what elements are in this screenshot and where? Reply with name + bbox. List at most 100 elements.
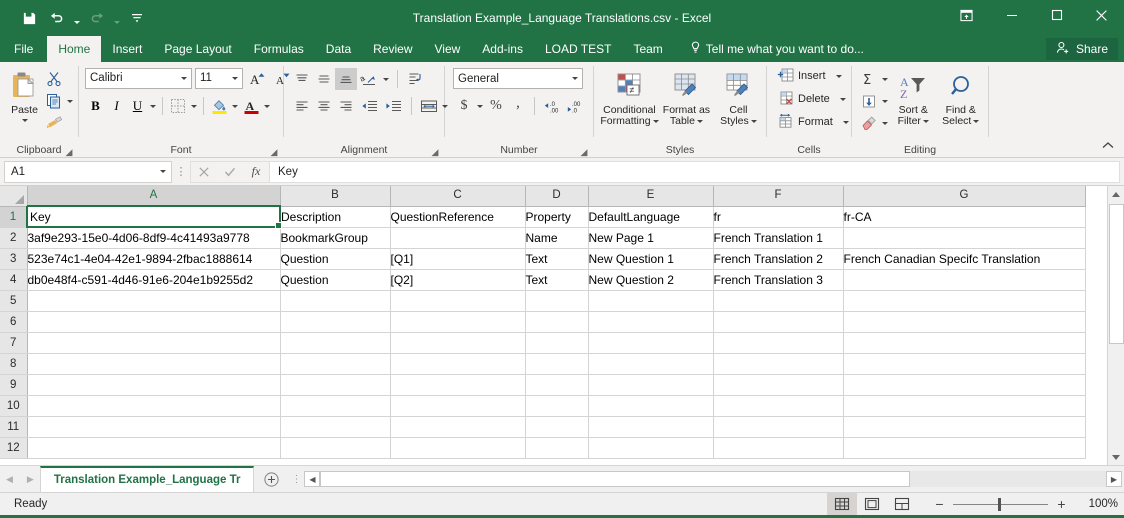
number-format-select[interactable]: General: [453, 68, 583, 89]
center-button[interactable]: [313, 95, 335, 117]
cell-C8[interactable]: [390, 353, 525, 374]
select-all-corner[interactable]: [0, 186, 27, 206]
font-family-select[interactable]: Calibri: [85, 68, 192, 89]
cell-F1[interactable]: fr: [713, 206, 843, 227]
undo-icon[interactable]: [44, 5, 70, 31]
cell-F3[interactable]: French Translation 2: [713, 248, 843, 269]
cell-A11[interactable]: [27, 416, 280, 437]
find-select-button[interactable]: Find & Select: [937, 66, 985, 127]
column-header-a[interactable]: A: [27, 186, 280, 206]
chevron-down-icon[interactable]: [154, 170, 171, 173]
cell-D8[interactable]: [525, 353, 588, 374]
cell-F8[interactable]: [713, 353, 843, 374]
column-header-g[interactable]: G: [843, 186, 1085, 206]
align-right-button[interactable]: [335, 95, 357, 117]
cell-B3[interactable]: Question: [280, 248, 390, 269]
cell-G11[interactable]: [843, 416, 1085, 437]
insert-cells-button[interactable]: Insert: [773, 65, 846, 87]
cell-styles-button[interactable]: Cell Styles: [714, 66, 763, 127]
undo-dropdown-icon[interactable]: [72, 5, 82, 31]
chevron-down-icon[interactable]: [567, 69, 582, 88]
grid-cells-area[interactable]: A B C D E F G 1KeyDescriptionQuestionRef…: [0, 186, 1107, 465]
copy-dropdown-icon[interactable]: [65, 90, 75, 112]
cancel-icon[interactable]: [191, 162, 217, 182]
vertical-scrollbar[interactable]: [1107, 186, 1124, 465]
row-header-8[interactable]: 8: [0, 353, 27, 374]
cell-D11[interactable]: [525, 416, 588, 437]
cell-B11[interactable]: [280, 416, 390, 437]
row-header-7[interactable]: 7: [0, 332, 27, 353]
font-color-button[interactable]: A: [240, 95, 262, 117]
page-break-preview-button[interactable]: [887, 493, 917, 515]
zoom-slider-handle[interactable]: [998, 498, 1001, 511]
decrease-decimal-button[interactable]: .00.0: [563, 95, 586, 117]
alignment-dialog-launcher[interactable]: ◢: [430, 147, 440, 157]
cell-A9[interactable]: [27, 374, 280, 395]
comma-format-button[interactable]: ,: [507, 95, 529, 117]
cell-E12[interactable]: [588, 437, 713, 458]
cell-G4[interactable]: [843, 269, 1085, 290]
row-header-4[interactable]: 4: [0, 269, 27, 290]
row-header-1[interactable]: 1: [0, 206, 27, 227]
cell-A12[interactable]: [27, 437, 280, 458]
conditional-formatting-button[interactable]: ≠ Conditional Formatting: [600, 66, 659, 127]
save-icon[interactable]: [16, 5, 42, 31]
cell-C1[interactable]: QuestionReference: [390, 206, 525, 227]
increase-indent-button[interactable]: [381, 95, 405, 117]
formula-input[interactable]: Key: [270, 161, 1120, 183]
clipboard-dialog-launcher[interactable]: ◢: [64, 147, 74, 157]
accounting-format-button[interactable]: $: [453, 95, 475, 117]
cell-F4[interactable]: French Translation 3: [713, 269, 843, 290]
cell-E6[interactable]: [588, 311, 713, 332]
cf-dropdown-icon[interactable]: [653, 120, 659, 123]
cell-C3[interactable]: [Q1]: [390, 248, 525, 269]
row-header-9[interactable]: 9: [0, 374, 27, 395]
sort-filter-button[interactable]: A Z Sort & Filter: [890, 66, 937, 127]
wrap-text-button[interactable]: [404, 68, 430, 90]
cs-dropdown-icon[interactable]: [751, 120, 757, 123]
cell-E2[interactable]: New Page 1: [588, 227, 713, 248]
cell-A10[interactable]: [27, 395, 280, 416]
format-as-table-button[interactable]: Format as Table: [660, 66, 713, 127]
underline-button[interactable]: U: [127, 95, 148, 117]
cell-G3[interactable]: French Canadian Specifc Translation: [843, 248, 1085, 269]
cell-A8[interactable]: [27, 353, 280, 374]
cell-E1[interactable]: DefaultLanguage: [588, 206, 713, 227]
cell-E7[interactable]: [588, 332, 713, 353]
cell-B6[interactable]: [280, 311, 390, 332]
next-sheet-icon[interactable]: ▶: [27, 474, 34, 485]
cell-E5[interactable]: [588, 290, 713, 311]
tell-me-box[interactable]: Tell me what you want to do...: [690, 36, 864, 62]
insert-function-icon[interactable]: fx: [243, 162, 269, 182]
cell-E11[interactable]: [588, 416, 713, 437]
cell-G6[interactable]: [843, 311, 1085, 332]
ribbon-options-icon[interactable]: [944, 0, 989, 30]
underline-dropdown-icon[interactable]: [148, 95, 158, 117]
prev-sheet-icon[interactable]: ◀: [6, 474, 13, 485]
cell-C12[interactable]: [390, 437, 525, 458]
minimize-icon[interactable]: [989, 0, 1034, 30]
vscroll-thumb[interactable]: [1109, 204, 1124, 344]
tab-view[interactable]: View: [424, 36, 472, 62]
cell-G7[interactable]: [843, 332, 1085, 353]
autosum-button[interactable]: Σ: [858, 68, 880, 90]
delete-cells-button[interactable]: Delete: [773, 88, 850, 110]
orientation-dropdown-icon[interactable]: [381, 68, 391, 90]
row-header-6[interactable]: 6: [0, 311, 27, 332]
cut-button[interactable]: [43, 68, 65, 90]
cell-G1[interactable]: fr-CA: [843, 206, 1085, 227]
number-dialog-launcher[interactable]: ◢: [579, 147, 589, 157]
cell-G2[interactable]: [843, 227, 1085, 248]
align-left-button[interactable]: [291, 95, 313, 117]
cell-B5[interactable]: [280, 290, 390, 311]
chevron-down-icon[interactable]: [227, 69, 242, 88]
tab-add-ins[interactable]: Add-ins: [471, 36, 534, 62]
redo-icon[interactable]: [84, 5, 110, 31]
cell-F9[interactable]: [713, 374, 843, 395]
cell-A5[interactable]: [27, 290, 280, 311]
zoom-in-button[interactable]: +: [1055, 499, 1068, 509]
format-dropdown-icon[interactable]: [843, 121, 849, 124]
column-header-e[interactable]: E: [588, 186, 713, 206]
cell-C6[interactable]: [390, 311, 525, 332]
hscroll-thumb[interactable]: [320, 471, 909, 487]
